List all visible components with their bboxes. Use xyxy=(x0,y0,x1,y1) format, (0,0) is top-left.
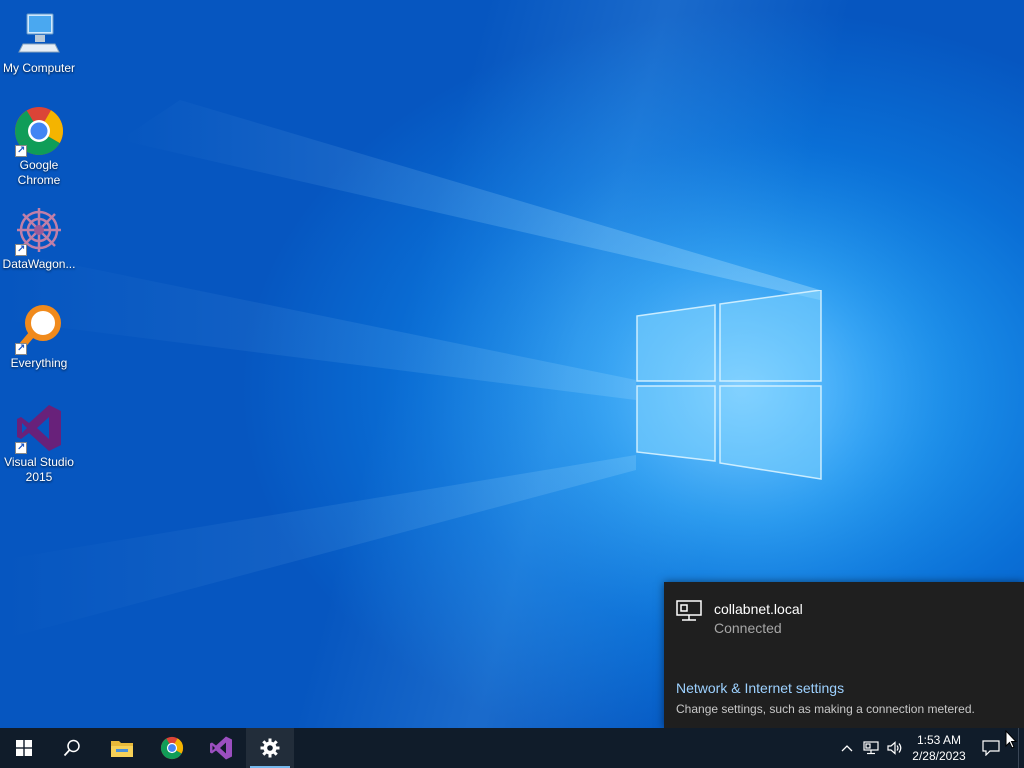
network-flyout: collabnet.local Connected Network & Inte… xyxy=(664,582,1024,728)
desktop-background: My Computer Google Chrome xyxy=(0,0,1024,728)
file-explorer-icon xyxy=(111,741,133,757)
everything-search-icon xyxy=(13,303,65,356)
computer-icon xyxy=(13,8,65,60)
chrome-icon xyxy=(13,105,65,158)
settings-gear-icon xyxy=(260,738,280,758)
file-explorer-button[interactable] xyxy=(98,728,146,768)
visual-studio-icon xyxy=(210,736,232,760)
mouse-cursor-icon xyxy=(1005,730,1018,749)
taskbar: 1:53 AM 2/28/2023 xyxy=(0,728,1024,768)
settings-taskbar-button[interactable] xyxy=(246,728,294,768)
desktop-icon-visual-studio-2015[interactable]: Visual Studio 2015 xyxy=(0,402,78,485)
ethernet-network-icon xyxy=(676,600,702,627)
shortcut-arrow-icon xyxy=(15,341,27,356)
desktop-icon-my-computer[interactable]: My Computer xyxy=(0,8,78,76)
visual-studio-taskbar-button[interactable] xyxy=(197,728,245,768)
shortcut-arrow-icon xyxy=(15,143,27,158)
shortcut-arrow-icon xyxy=(15,242,27,257)
desktop-icon-label: Google Chrome xyxy=(17,158,61,187)
desktop-icon-label: Visual Studio 2015 xyxy=(4,455,74,484)
windows-logo-wallpaper xyxy=(636,290,822,480)
desktop-icon-datawagon[interactable]: DataWagon... xyxy=(0,204,78,272)
windows-start-icon xyxy=(16,740,32,756)
network-tray-button[interactable] xyxy=(860,728,882,768)
notification-icon xyxy=(982,740,1000,756)
start-button[interactable] xyxy=(0,728,48,768)
clock-date: 2/28/2023 xyxy=(912,749,966,763)
network-status: Connected xyxy=(714,620,782,636)
desktop-icon-label: My Computer xyxy=(2,61,76,75)
taskbar-clock[interactable]: 1:53 AM 2/28/2023 xyxy=(906,732,972,764)
chevron-up-icon xyxy=(841,745,853,752)
volume-tray-button[interactable] xyxy=(884,728,906,768)
desktop-icon-label: DataWagon... xyxy=(2,257,76,271)
desktop-icon-google-chrome[interactable]: Google Chrome xyxy=(0,105,78,188)
clock-time: 1:53 AM xyxy=(916,733,962,747)
action-center-button[interactable] xyxy=(978,728,1004,768)
visual-studio-icon xyxy=(13,402,65,455)
network-settings-link[interactable]: Network & Internet settings xyxy=(676,680,844,696)
datawagon-icon xyxy=(13,204,65,257)
network-settings-description: Change settings, such as making a connec… xyxy=(676,702,975,716)
desktop-icon-label: Everything xyxy=(10,356,68,370)
network-icon xyxy=(863,741,879,755)
volume-icon xyxy=(887,741,902,755)
search-icon xyxy=(63,739,80,757)
chrome-icon xyxy=(160,736,184,760)
shortcut-arrow-icon xyxy=(15,440,27,455)
desktop-icon-everything[interactable]: Everything xyxy=(0,303,78,371)
chrome-taskbar-button[interactable] xyxy=(148,728,196,768)
network-name[interactable]: collabnet.local xyxy=(714,601,803,617)
search-button[interactable] xyxy=(48,728,96,768)
show-hidden-icons-button[interactable] xyxy=(837,728,857,768)
